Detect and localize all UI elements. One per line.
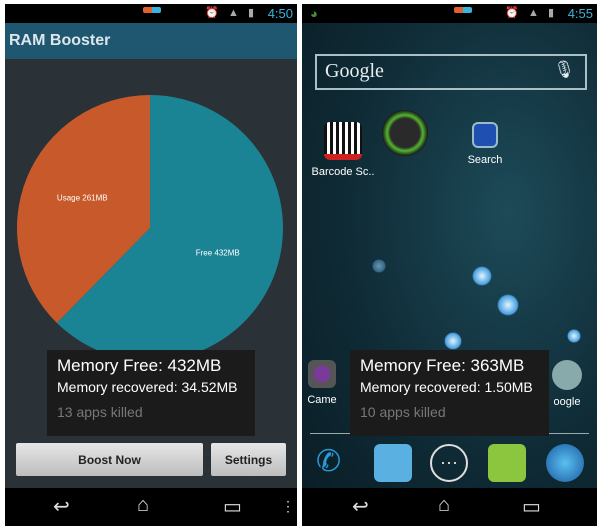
navigation-bar: ↩ ⌂ ▭ ⋮ xyxy=(5,488,297,526)
settings-button[interactable]: Settings xyxy=(211,443,286,476)
memory-recovered-text: Memory recovered: 1.50MB xyxy=(360,379,533,395)
pie-label-free: Free 432MB xyxy=(196,249,240,258)
memory-free-text: Memory Free: 432MB xyxy=(57,356,222,375)
status-bar: ⏰ ▲ ▮ 4:50 xyxy=(5,4,297,23)
apps-killed-text: 13 apps killed xyxy=(57,404,143,420)
app-search[interactable]: Search xyxy=(450,122,520,166)
clock: 4:55 xyxy=(567,6,593,21)
apps-killed-text: 10 apps killed xyxy=(360,404,446,420)
recent-apps-icon[interactable]: ▭ xyxy=(223,494,242,519)
notification-icon xyxy=(454,7,472,13)
home-icon[interactable]: ⌂ xyxy=(137,494,149,517)
clock: 4:50 xyxy=(267,6,293,21)
memory-toast: Memory Free: 432MB Memory recovered: 34.… xyxy=(47,350,255,436)
status-bar: ◕ ⏰ ▲ ▮ 4:55 xyxy=(302,4,597,23)
memory-toast: Memory Free: 363MB Memory recovered: 1.5… xyxy=(350,350,549,436)
ram-booster-notification-icon: ◕ xyxy=(310,6,318,21)
app-ram-booster[interactable] xyxy=(370,110,440,162)
home-icon[interactable]: ⌂ xyxy=(438,494,450,517)
menu-icon[interactable]: ⋮ xyxy=(281,498,295,515)
right-phone-screen: ◕ ⏰ ▲ ▮ 4:55 Google 🎙 Barcode Sc.. Searc… xyxy=(302,4,597,526)
dock: ✆ ⋯ xyxy=(302,444,597,488)
barcode-icon xyxy=(324,122,362,160)
pie-label-usage: Usage 261MB xyxy=(57,193,108,202)
memory-pie-chart: Usage 261MB Free 432MB xyxy=(17,95,284,362)
contacts-icon[interactable] xyxy=(374,444,412,482)
memory-recovered-text: Memory recovered: 34.52MB xyxy=(57,379,238,395)
status-icons: ⏰ ▲ ▮ xyxy=(505,7,557,19)
back-icon[interactable]: ↩ xyxy=(53,494,70,519)
back-icon[interactable]: ↩ xyxy=(352,494,369,519)
microphone-icon[interactable]: 🎙 xyxy=(553,60,575,80)
phone-icon[interactable]: ✆ xyxy=(316,444,354,482)
broom-icon xyxy=(382,110,428,156)
app-camera[interactable]: Came xyxy=(302,360,342,406)
google-search-bar[interactable]: Google 🎙 xyxy=(315,54,587,90)
camera-icon xyxy=(308,360,336,388)
search-placeholder: Google xyxy=(325,60,384,82)
messaging-icon[interactable] xyxy=(488,444,526,482)
app-google-folder[interactable]: oogle xyxy=(542,360,592,408)
left-phone-screen: ⏰ ▲ ▮ 4:50 RAM Booster Usage 261MB Free 4… xyxy=(5,4,297,526)
browser-icon[interactable] xyxy=(546,444,584,482)
app-title: RAM Booster xyxy=(5,23,297,59)
search-icon xyxy=(472,122,498,148)
memory-free-text: Memory Free: 363MB xyxy=(360,356,525,375)
notification-icon xyxy=(143,7,161,13)
app-drawer-icon[interactable]: ⋯ xyxy=(430,444,468,482)
google-folder-icon xyxy=(552,360,582,390)
navigation-bar: ↩ ⌂ ▭ xyxy=(302,488,597,526)
boost-now-button[interactable]: Boost Now xyxy=(16,443,203,476)
status-icons: ⏰ ▲ ▮ xyxy=(205,7,257,19)
app-barcode-scanner[interactable]: Barcode Sc.. xyxy=(308,122,378,178)
recent-apps-icon[interactable]: ▭ xyxy=(522,494,541,519)
